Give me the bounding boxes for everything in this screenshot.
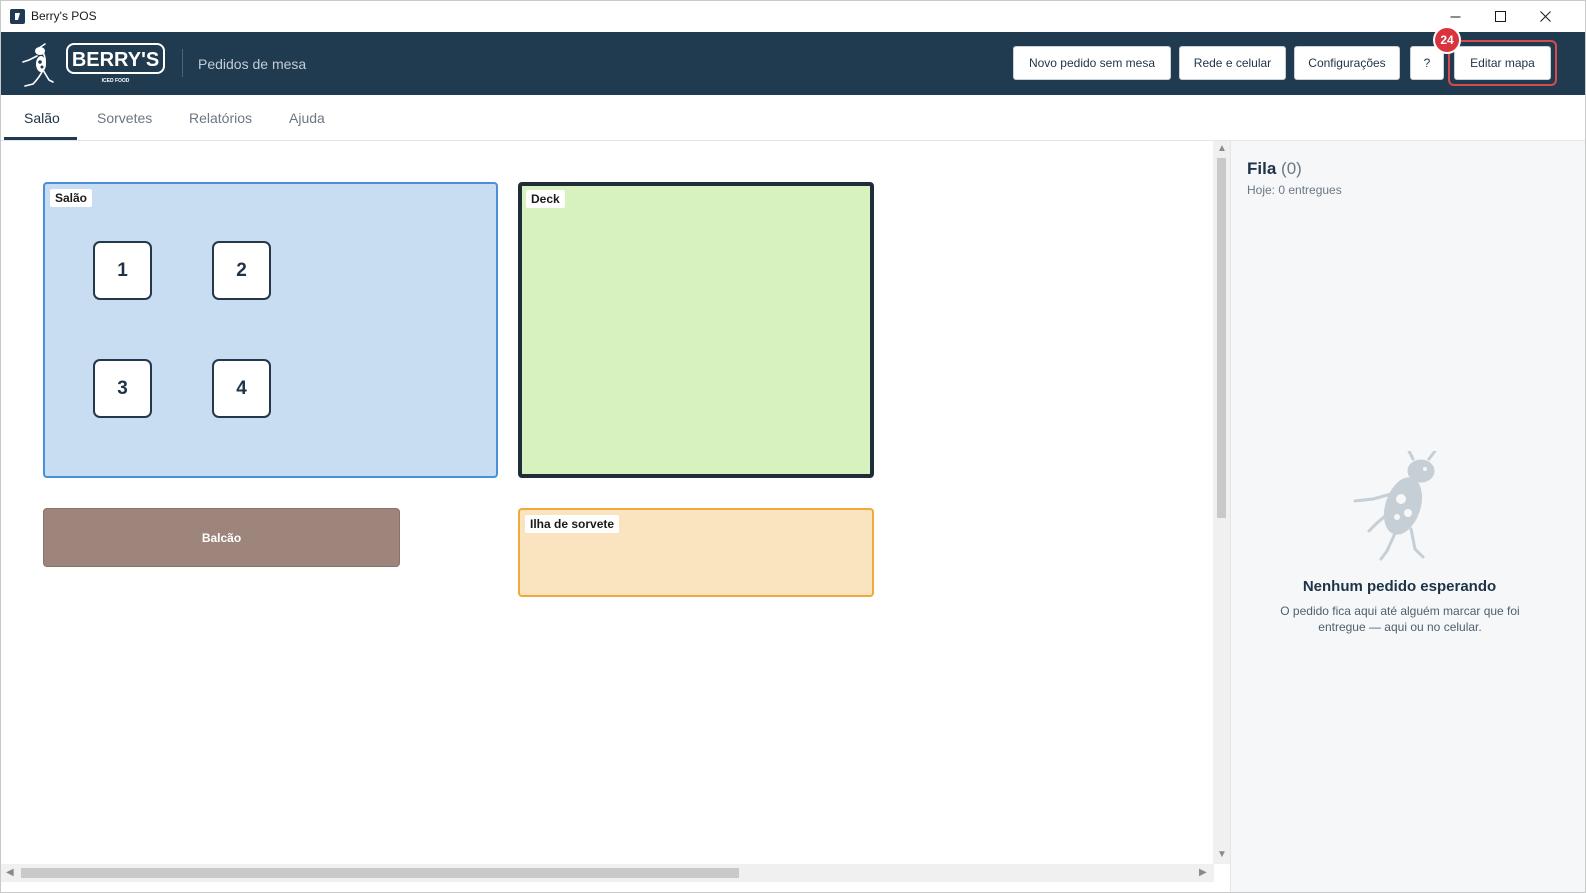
maximize-button[interactable] — [1477, 1, 1523, 32]
scroll-left-icon[interactable]: ◀ — [6, 867, 14, 878]
queue-title-text: Fila — [1247, 159, 1277, 178]
scroll-right-icon[interactable]: ▶ — [1199, 867, 1207, 878]
new-order-button[interactable]: Novo pedido sem mesa — [1013, 46, 1171, 80]
horizontal-scroll-thumb[interactable] — [21, 868, 739, 878]
zone-label: Ilha de sorvete — [525, 515, 620, 533]
edit-map-highlight: Editar mapa — [1448, 40, 1557, 86]
title-bar: Berry's POS — [1, 1, 1585, 32]
notification-badge: 24 — [1433, 26, 1461, 54]
berrys-logo: BERRY'S ICED FOOD — [22, 43, 165, 87]
map-horizontal-scrollbar[interactable]: ◀ ▶ — [1, 864, 1214, 882]
app-window: Berry's POS BERRY'S ICED FOOD Pedidos de… — [0, 0, 1586, 893]
empty-queue-title: Nenhum pedido esperando — [1302, 578, 1497, 595]
table-2[interactable]: 2 — [212, 241, 271, 300]
network-button[interactable]: Rede e celular — [1179, 46, 1286, 80]
minimize-icon — [1450, 16, 1460, 18]
queue-panel: Fila (0) Hoje: 0 entregues Nenhum pedido… — [1230, 141, 1585, 892]
tab-salao[interactable]: Salão — [24, 110, 60, 126]
cow-mascot-icon — [1353, 451, 1437, 561]
empty-queue-description: O pedido fica aqui até alguém marcar que… — [1280, 604, 1520, 634]
tab-bar: Salão Sorvetes Relatórios Ajuda — [1, 95, 1585, 141]
close-icon — [1539, 11, 1551, 22]
logo-text: BERRY'S — [72, 49, 159, 71]
window-title: Berry's POS — [31, 9, 97, 23]
close-button[interactable] — [1522, 1, 1568, 32]
zone-label: Balcão — [201, 530, 242, 545]
scroll-up-icon[interactable]: ▲ — [1217, 143, 1227, 154]
logo-subtext: ICED FOOD — [102, 78, 130, 84]
table-1[interactable]: 1 — [93, 241, 152, 300]
table-map: Salão 1 2 3 4 Deck Balcão Ilha de sorvet… — [1, 141, 1214, 864]
queue-count: (0) — [1281, 159, 1302, 178]
settings-button[interactable]: Configurações — [1294, 46, 1400, 80]
header-divider — [182, 49, 183, 77]
table-3[interactable]: 3 — [93, 359, 152, 418]
app-header: BERRY'S ICED FOOD Pedidos de mesa Novo p… — [1, 32, 1585, 95]
active-tab-indicator — [4, 137, 77, 140]
zone-ilha-de-sorvete[interactable]: Ilha de sorvete — [518, 508, 874, 597]
queue-today-summary: Hoje: 0 entregues — [1247, 183, 1342, 197]
zone-label: Salão — [50, 189, 93, 207]
maximize-icon — [1494, 11, 1506, 22]
zone-label: Deck — [526, 190, 565, 208]
tab-sorvetes[interactable]: Sorvetes — [97, 110, 152, 126]
table-4[interactable]: 4 — [212, 359, 271, 418]
zone-deck[interactable]: Deck — [518, 182, 874, 478]
zone-salao[interactable]: Salão 1 2 3 4 — [43, 182, 498, 478]
edit-map-button[interactable]: Editar mapa — [1454, 46, 1551, 80]
tab-ajuda[interactable]: Ajuda — [289, 110, 325, 126]
map-vertical-scrollbar[interactable]: ▲ ▼ — [1213, 141, 1230, 864]
tab-relatorios[interactable]: Relatórios — [189, 110, 252, 126]
queue-title: Fila (0) — [1247, 159, 1302, 179]
vertical-scroll-thumb[interactable] — [1217, 158, 1226, 518]
scroll-down-icon[interactable]: ▼ — [1217, 849, 1227, 860]
page-title: Pedidos de mesa — [198, 56, 307, 72]
zone-balcao[interactable]: Balcão — [43, 508, 400, 567]
app-icon — [10, 9, 25, 24]
